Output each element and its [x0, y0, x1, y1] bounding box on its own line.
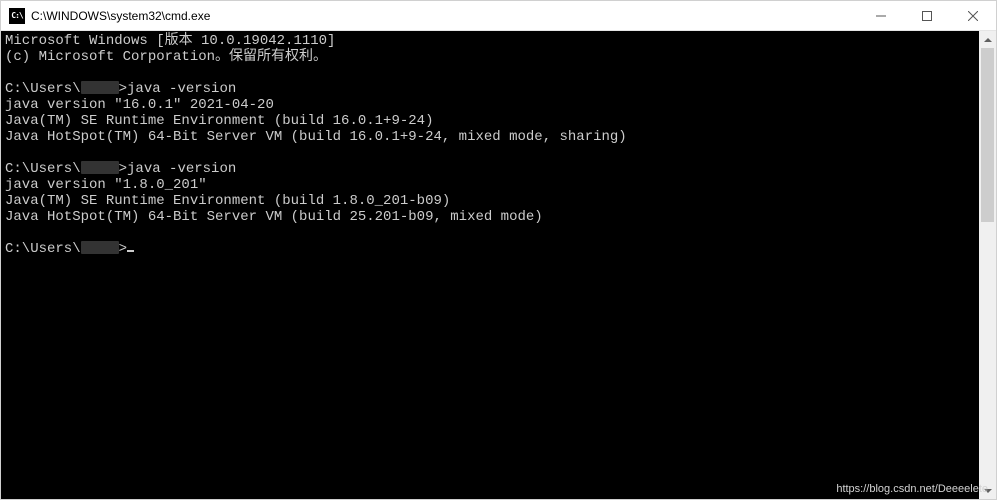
close-button[interactable]: [950, 1, 996, 31]
scrollbar-track[interactable]: [979, 48, 996, 482]
current-prompt-suffix: >: [119, 242, 127, 258]
output-1-line-1: java version "16.0.1" 2021-04-20: [5, 97, 274, 113]
console-output[interactable]: Microsoft Windows [版本 10.0.19042.1110] (…: [1, 31, 979, 499]
window-title: C:\WINDOWS\system32\cmd.exe: [31, 9, 210, 23]
maximize-button[interactable]: [904, 1, 950, 31]
scroll-down-button[interactable]: [979, 482, 996, 499]
minimize-button[interactable]: [858, 1, 904, 31]
vertical-scrollbar[interactable]: [979, 31, 996, 499]
banner-line-1: Microsoft Windows [版本 10.0.19042.1110]: [5, 33, 335, 49]
app-icon: C:\: [9, 8, 25, 24]
chevron-up-icon: [984, 36, 992, 44]
maximize-icon: [922, 11, 932, 21]
chevron-down-icon: [984, 487, 992, 495]
close-icon: [968, 11, 978, 21]
prompt-1-user-redacted: [81, 81, 119, 94]
title-bar[interactable]: C:\ C:\WINDOWS\system32\cmd.exe: [1, 1, 996, 31]
text-cursor: [127, 250, 134, 252]
prompt-2-prefix: C:\Users\: [5, 161, 81, 177]
client-area: Microsoft Windows [版本 10.0.19042.1110] (…: [1, 31, 996, 499]
output-2-line-3: Java HotSpot(TM) 64-Bit Server VM (build…: [5, 209, 543, 225]
prompt-1-prefix: C:\Users\: [5, 81, 81, 97]
prompt-2-user-redacted: [81, 161, 119, 174]
output-1-line-2: Java(TM) SE Runtime Environment (build 1…: [5, 113, 433, 129]
command-2: java -version: [127, 161, 236, 177]
output-2-line-1: java version "1.8.0_201": [5, 177, 207, 193]
output-2-line-2: Java(TM) SE Runtime Environment (build 1…: [5, 193, 450, 209]
app-icon-glyph: C:\: [11, 11, 22, 20]
minimize-icon: [876, 11, 886, 21]
cmd-window: C:\ C:\WINDOWS\system32\cmd.exe Microsof…: [0, 0, 997, 500]
output-1-line-3: Java HotSpot(TM) 64-Bit Server VM (build…: [5, 129, 627, 145]
scrollbar-thumb[interactable]: [981, 48, 994, 222]
current-prompt-user-redacted: [81, 241, 119, 254]
banner-line-2: (c) Microsoft Corporation。保留所有权利。: [5, 49, 327, 65]
scroll-up-button[interactable]: [979, 31, 996, 48]
command-1: java -version: [127, 81, 236, 97]
prompt-2-suffix: >: [119, 161, 127, 177]
current-prompt-prefix: C:\Users\: [5, 242, 81, 258]
prompt-1-suffix: >: [119, 81, 127, 97]
